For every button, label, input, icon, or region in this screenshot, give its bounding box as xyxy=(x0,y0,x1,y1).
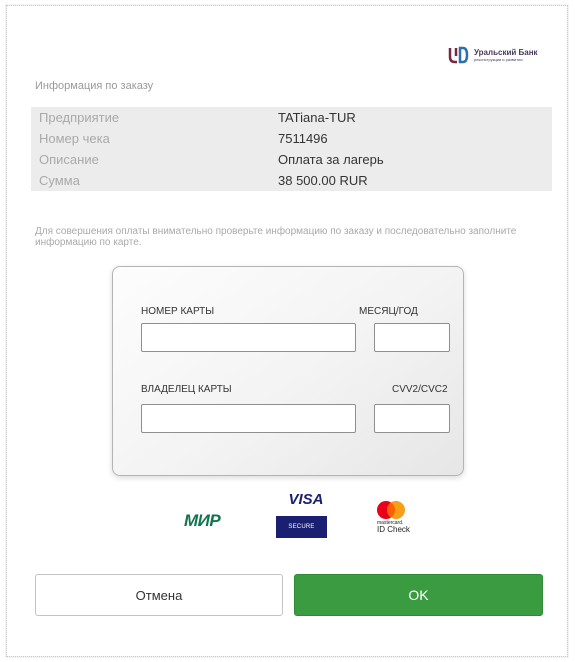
card-number-input[interactable] xyxy=(141,323,356,352)
order-info-title: Информация по заказу xyxy=(35,80,154,92)
payment-notice: Для совершения оплаты внимательно провер… xyxy=(35,226,517,248)
order-row-label: Описание xyxy=(39,152,99,167)
card-form: НОМЕР КАРТЫ МЕСЯЦ/ГОД ВЛАДЕЛЕЦ КАРТЫ CVV… xyxy=(112,266,464,476)
order-info-table: Предприятие TATiana-TUR Номер чека 75114… xyxy=(31,107,552,191)
id-check-label: ID Check xyxy=(377,525,410,534)
mir-logo: МИР xyxy=(184,511,221,530)
card-number-label: НОМЕР КАРТЫ xyxy=(141,306,215,317)
order-row-label: Сумма xyxy=(39,173,80,188)
bank-logo: Уральский Банк реконструкции и развития xyxy=(448,46,538,64)
order-row-merchant: Предприятие TATiana-TUR xyxy=(31,107,552,128)
mastercard-id-check: mastercard. ID Check xyxy=(377,521,410,534)
expiry-label: МЕСЯЦ/ГОД xyxy=(359,306,418,317)
order-row-value: 38 500.00 RUR xyxy=(278,173,368,188)
visa-logo: VISA xyxy=(288,491,324,508)
cvv-label: CVV2/CVC2 xyxy=(392,384,448,395)
order-row-value: 7511496 xyxy=(278,131,328,146)
order-row-value: Оплата за лагерь xyxy=(278,152,384,167)
card-holder-label: ВЛАДЕЛЕЦ КАРТЫ xyxy=(141,384,232,395)
order-row-receipt: Номер чека 7511496 xyxy=(31,128,552,149)
mastercard-icon xyxy=(377,501,405,519)
expiry-input[interactable] xyxy=(374,323,450,352)
cancel-button[interactable]: Отмена xyxy=(35,574,283,616)
order-row-label: Номер чека xyxy=(39,131,110,146)
bank-tagline: реконструкции и развития xyxy=(474,56,523,62)
cvv-input[interactable] xyxy=(374,404,450,433)
ok-button[interactable]: OK xyxy=(294,574,543,616)
visa-secure-badge: SECURE xyxy=(276,516,327,538)
order-row-value: TATiana-TUR xyxy=(278,110,356,125)
order-row-amount: Сумма 38 500.00 RUR xyxy=(31,170,552,191)
bank-name: Уральский Банк xyxy=(474,47,538,57)
ubrr-logo-icon xyxy=(448,46,469,64)
order-row-label: Предприятие xyxy=(39,110,120,125)
card-holder-input[interactable] xyxy=(141,404,356,433)
order-row-description: Описание Оплата за лагерь xyxy=(31,149,552,170)
